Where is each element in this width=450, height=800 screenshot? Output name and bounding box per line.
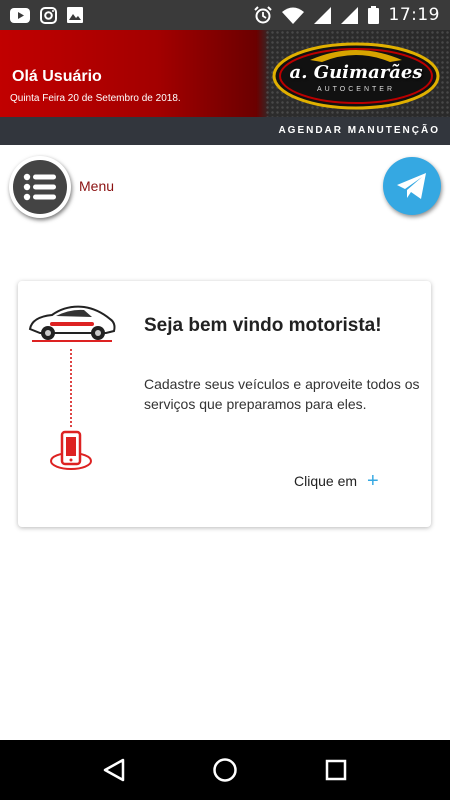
menu-button[interactable] <box>9 156 71 218</box>
smartphone-icon <box>50 430 92 470</box>
greeting-text: Olá Usuário <box>12 68 102 85</box>
schedule-maintenance-link[interactable]: AGENDAR MANUTENÇÃO <box>278 125 440 136</box>
card-action-label[interactable]: Clique em <box>294 473 357 489</box>
status-system: 17:19 <box>253 5 441 25</box>
card-action[interactable]: Clique em + <box>294 471 379 491</box>
status-notifications <box>10 6 83 24</box>
car-icon <box>28 305 116 342</box>
telegram-button[interactable] <box>383 157 441 215</box>
menu-label[interactable]: Menu <box>79 178 114 194</box>
logo-subtitle: AUTOCENTER <box>316 86 396 93</box>
wifi-icon <box>281 7 304 24</box>
date-text: Quinta Feira 20 de Setembro de 2018. <box>10 93 181 104</box>
welcome-card: Seja bem vindo motorista! Cadastre seus … <box>18 281 431 527</box>
action-bar: AGENDAR MANUTENÇÃO <box>0 117 450 145</box>
alarm-icon <box>253 6 272 24</box>
back-icon[interactable] <box>103 758 125 782</box>
signal-icon <box>313 6 331 24</box>
telegram-icon <box>397 173 426 199</box>
brand-logo: a. Guimarães AUTOCENTER <box>270 38 442 110</box>
battery-icon <box>367 6 379 24</box>
home-icon[interactable] <box>212 757 238 783</box>
timeline-connector <box>70 349 72 427</box>
status-bar: 17:19 <box>0 0 450 30</box>
gallery-icon <box>67 7 83 23</box>
header-banner: Olá Usuário Quinta Feira 20 de Setembro … <box>0 30 450 117</box>
card-title: Seja bem vindo motorista! <box>144 315 382 336</box>
instagram-icon <box>40 6 57 24</box>
card-description: Cadastre seus veículos e aproveite todos… <box>144 376 420 412</box>
youtube-icon <box>10 7 30 23</box>
list-icon <box>23 173 56 201</box>
recent-apps-icon[interactable] <box>325 759 347 781</box>
logo-title: a. Guimarães <box>289 62 423 83</box>
system-navigation-bar <box>0 740 450 800</box>
menu-button-inner <box>13 160 67 214</box>
status-time: 17:19 <box>388 5 440 25</box>
signal-icon <box>340 6 358 24</box>
plus-icon[interactable]: + <box>367 471 379 491</box>
